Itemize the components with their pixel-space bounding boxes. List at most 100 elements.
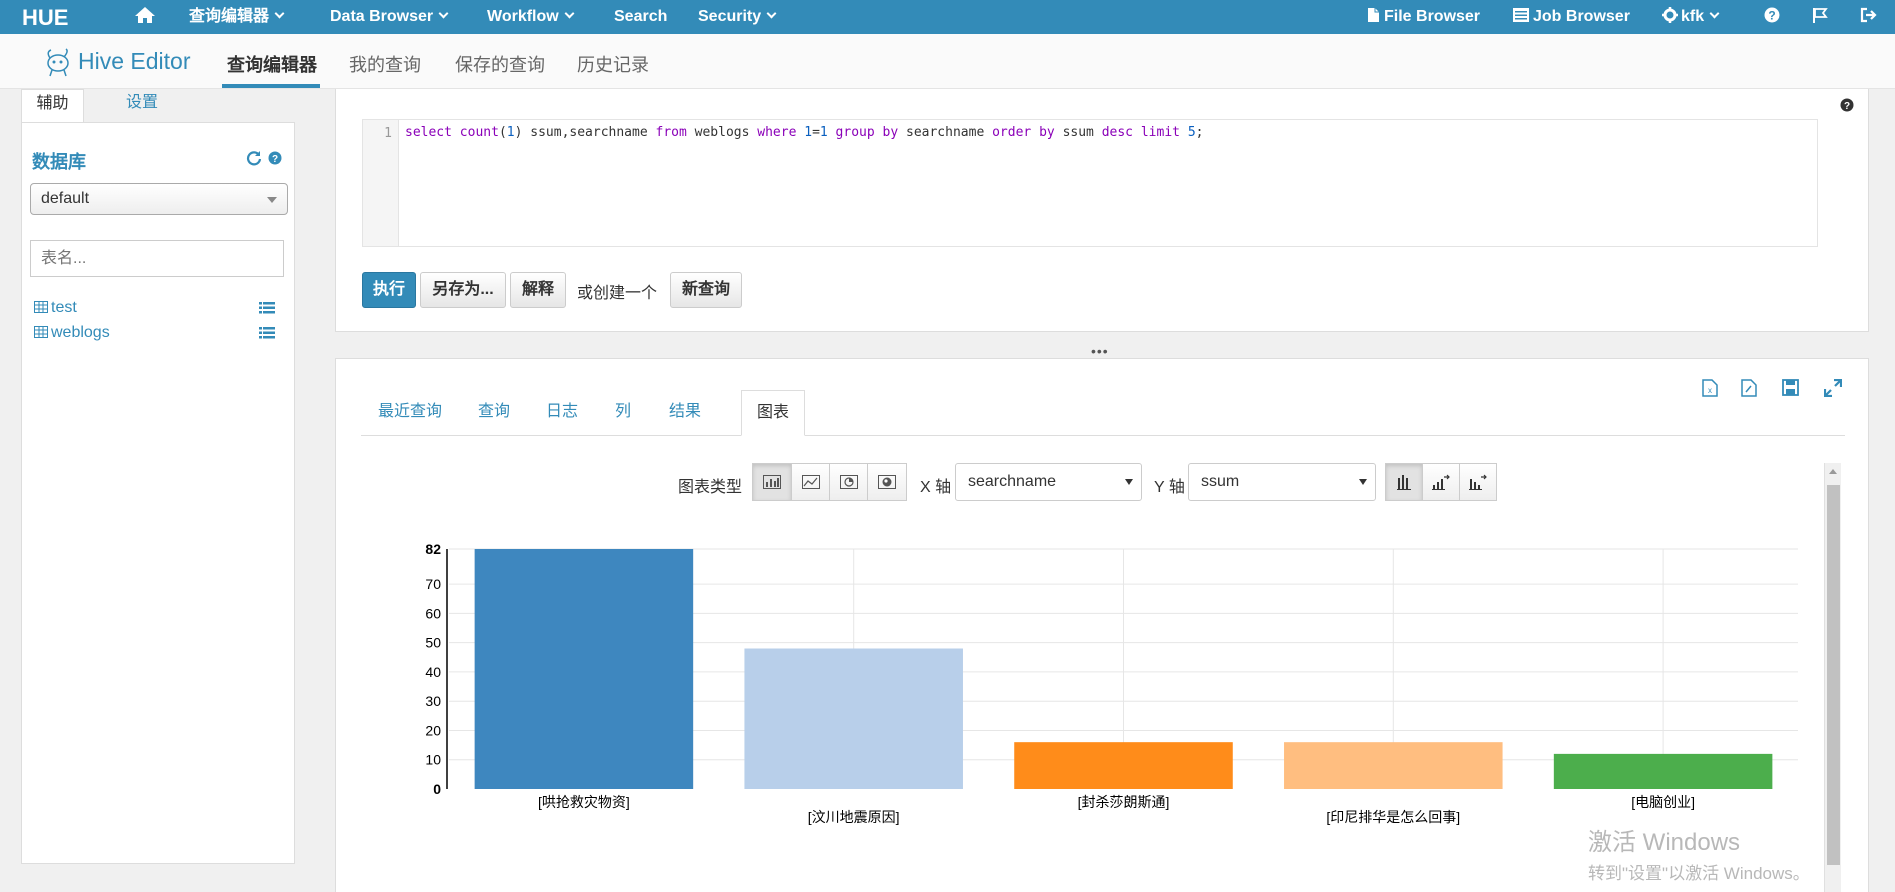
y-tick-label: 0 — [433, 781, 441, 797]
bar-chart-button[interactable] — [752, 463, 792, 501]
table-name: weblogs — [51, 324, 110, 341]
hue-logo[interactable]: HUE — [22, 5, 94, 29]
chart-bar — [1284, 742, 1503, 789]
x-tick-label: [封杀莎朗斯通] — [1078, 794, 1170, 810]
tab-log[interactable]: 日志 — [537, 390, 587, 436]
tab-history[interactable]: 历史记录 — [577, 51, 649, 77]
chart-scrollbar[interactable] — [1824, 463, 1841, 892]
tab-settings[interactable]: 设置 — [105, 89, 179, 123]
tab-chart[interactable]: 图表 — [741, 390, 805, 436]
chevron-down-icon — [1709, 8, 1720, 19]
flag-icon[interactable] — [1812, 0, 1828, 34]
chart-controls: 图表类型 X 轴 searchname Y 轴 ssum — [336, 463, 1870, 503]
hive-icon — [47, 48, 69, 77]
data-browser-label: Data Browser — [330, 8, 434, 25]
help-icon[interactable]: ? — [1840, 98, 1854, 112]
explain-button[interactable]: 解释 — [510, 272, 566, 308]
dropdown-arrow-icon — [267, 197, 277, 203]
execute-button[interactable]: 执行 — [362, 272, 416, 308]
help-icon[interactable]: ? — [1764, 0, 1780, 34]
home-icon[interactable] — [134, 0, 156, 34]
workflow-menu[interactable]: Workflow — [487, 0, 575, 34]
new-query-button[interactable]: 新查询 — [670, 272, 742, 308]
line-chart-icon — [801, 475, 820, 489]
left-panel-tabs: 辅助 设置 — [21, 89, 295, 123]
chart-type-label: 图表类型 — [678, 479, 743, 496]
list-icon[interactable] — [259, 301, 275, 315]
search-link[interactable]: Search — [614, 0, 667, 34]
sort-ascending-button[interactable] — [1422, 463, 1460, 501]
tab-query[interactable]: 查询 — [469, 390, 519, 436]
y-tick-label: 82 — [425, 541, 441, 557]
y-tick-label: 20 — [425, 722, 441, 738]
security-label: Security — [698, 8, 762, 25]
results-tabs: 最近查询 查询 日志 列 结果 图表 — [361, 390, 1845, 436]
y-axis-label: Y 轴 — [1154, 479, 1185, 496]
user-label: kfk — [1681, 8, 1705, 25]
y-tick-label: 10 — [425, 752, 441, 768]
refresh-icon[interactable] — [246, 150, 262, 166]
list-icon — [1513, 8, 1529, 22]
security-menu[interactable]: Security — [698, 0, 777, 34]
sort-none-button[interactable] — [1385, 463, 1423, 501]
x-tick-label: [印尼排华是怎么回事] — [1326, 809, 1460, 825]
app-subnav: Hive Editor 查询编辑器 我的查询 保存的查询 历史记录 — [0, 34, 1895, 89]
job-browser-link[interactable]: Job Browser — [1513, 0, 1630, 34]
help-icon[interactable]: ? — [268, 151, 282, 165]
table-item-test[interactable]: test — [34, 299, 77, 319]
pie-chart-button[interactable] — [829, 463, 868, 501]
job-browser-label: Job Browser — [1533, 8, 1630, 25]
save-as-button[interactable]: 另存为... — [420, 272, 506, 308]
sort-descending-button[interactable] — [1459, 463, 1497, 501]
tab-query-editor[interactable]: 查询编辑器 — [227, 51, 317, 77]
file-browser-label: File Browser — [1384, 8, 1481, 25]
dropdown-arrow-icon — [1359, 479, 1367, 485]
tab-recent-queries[interactable]: 最近查询 — [361, 390, 459, 436]
sql-code-editor[interactable]: 1 select count(1) ssum,searchname from w… — [362, 119, 1818, 247]
x-axis-label: X 轴 — [920, 479, 952, 496]
tab-saved-queries[interactable]: 保存的查询 — [455, 51, 545, 77]
resize-handle[interactable]: ••• — [1091, 343, 1109, 359]
scroll-up-arrow-icon[interactable] — [1829, 469, 1837, 474]
y-tick-label: 40 — [425, 664, 441, 680]
x-axis-select[interactable]: searchname — [955, 463, 1142, 501]
table-filter-input[interactable] — [30, 240, 284, 277]
bar-chart: 0 10 20 30 40 50 60 70 82 [哄抢救灾物资] [汶川地震原因] [封杀莎朗斯通… — [425, 541, 1798, 825]
query-editors-menu[interactable]: 查询编辑器 — [189, 0, 285, 34]
line-chart-button[interactable] — [791, 463, 830, 501]
app-title[interactable]: Hive Editor — [78, 48, 190, 75]
tab-columns[interactable]: 列 — [605, 390, 641, 436]
database-select[interactable]: default — [30, 183, 288, 215]
map-chart-button[interactable] — [867, 463, 907, 501]
editor-gutter: 1 — [363, 120, 399, 246]
results-panel: x 最近查询 查询 日志 列 结果 图表 图表类型 X 轴 searchname… — [335, 358, 1869, 892]
chart-bar — [1553, 753, 1773, 789]
svg-text:HUE: HUE — [22, 5, 68, 29]
gear-icon — [1662, 7, 1678, 23]
list-icon[interactable] — [259, 326, 275, 340]
chart-bar — [744, 648, 963, 789]
workflow-label: Workflow — [487, 8, 559, 25]
tab-results[interactable]: 结果 — [657, 390, 713, 436]
chevron-down-icon — [274, 8, 285, 19]
svg-text:?: ? — [1768, 9, 1775, 23]
editor-panel: ? 1 select count(1) ssum,searchname from… — [335, 89, 1869, 332]
logout-icon[interactable] — [1860, 0, 1878, 34]
pie-chart-icon — [839, 475, 858, 489]
tab-my-queries[interactable]: 我的查询 — [349, 51, 421, 77]
y-tick-label: 30 — [425, 693, 441, 709]
sql-query-text[interactable]: select count(1) ssum,searchname from web… — [405, 125, 1203, 140]
tab-assist[interactable]: 辅助 — [21, 89, 84, 123]
y-axis-value: ssum — [1201, 473, 1240, 490]
y-axis-select[interactable]: ssum — [1188, 463, 1376, 501]
query-editors-label: 查询编辑器 — [189, 8, 270, 25]
user-menu[interactable]: kfk — [1662, 0, 1720, 34]
scrollbar-thumb[interactable] — [1827, 485, 1840, 865]
file-browser-link[interactable]: File Browser — [1367, 0, 1480, 34]
chevron-down-icon — [438, 8, 449, 19]
chevron-down-icon — [766, 8, 777, 19]
table-item-weblogs[interactable]: weblogs — [34, 324, 110, 344]
data-browser-menu[interactable]: Data Browser — [330, 0, 449, 34]
sort-ascending-icon — [1432, 474, 1450, 490]
x-tick-label: [电脑创业] — [1631, 794, 1695, 810]
